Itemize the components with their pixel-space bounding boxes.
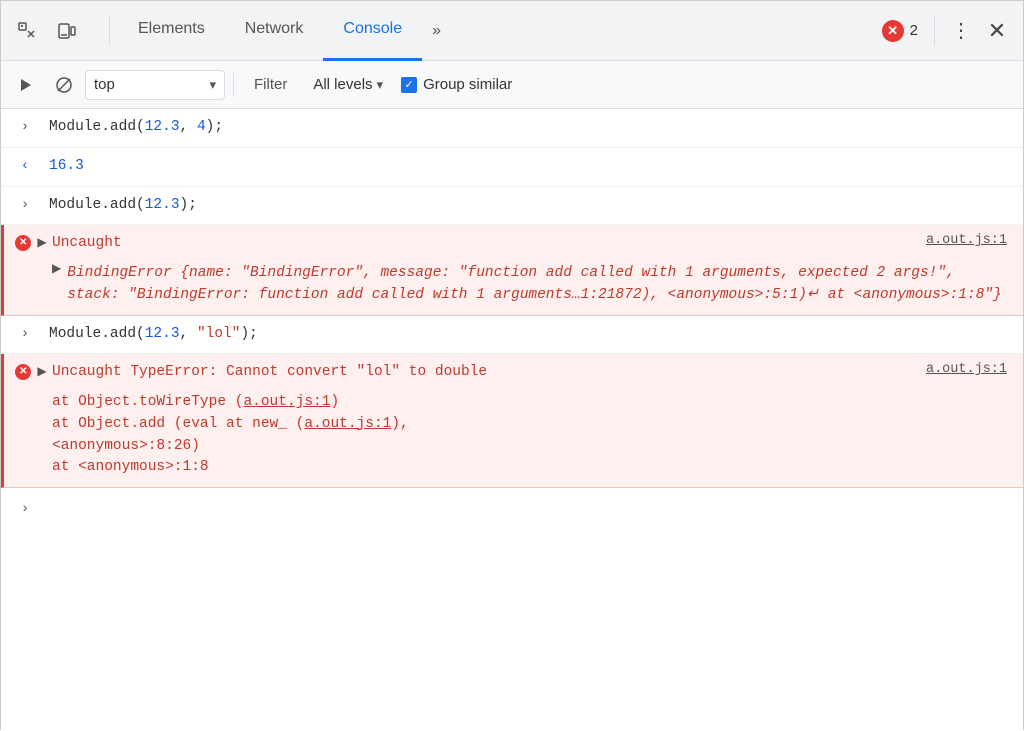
input-arrow-icon-2: › [21,197,29,213]
error-content-1: Uncaught [52,229,910,259]
tab-bar: Elements Network Console » ✕ 2 ⋮ ✕ [1,1,1023,61]
error-count: 2 [910,22,918,39]
close-devtools-button[interactable]: ✕ [979,13,1015,49]
row-gutter-2: ‹ [1,152,49,174]
prompt-icon: › [21,501,29,517]
error-x-icon-2: ✕ [15,364,31,380]
input-text-1: Module.add(12.3, 4); [49,119,223,135]
levels-dropdown[interactable]: All levels ▾ [303,70,393,100]
tab-divider-left [109,16,110,46]
console-input-row-3: › Module.add(12.3, "lol"); [1,316,1023,355]
output-arrow-icon-1: ‹ [21,158,29,174]
input-arrow-icon-3: › [21,326,29,342]
input-text-2: Module.add(12.3); [49,197,197,213]
expand-arrow-1b[interactable]: ▶ [52,261,61,276]
row-content-3: Module.add(12.3); [49,191,1015,221]
clear-console-button[interactable] [47,68,81,102]
expand-arrow-2[interactable]: ▶ [37,364,46,379]
error-detail-line-3: <anonymous>:8:26) [52,436,1015,458]
console-toolbar: top ▾ Filter All levels ▾ ✓ Group simila… [1,61,1023,109]
row-content-2: 16.3 [49,152,1015,182]
output-text-1: 16.3 [49,158,84,174]
console-input-row-1: › Module.add(12.3, 4); [1,109,1023,148]
row-gutter-5: › [1,320,49,342]
levels-label: All levels [313,76,372,93]
error-content-2: Uncaught TypeError: Cannot convert "lol"… [52,358,910,388]
devtools-icons [9,13,85,49]
filter-divider [233,73,234,97]
error-link-2[interactable]: a.out.js:1 [910,358,1015,377]
tab-more-button[interactable]: » [422,1,451,61]
console-input-line: › [1,488,1023,524]
row-gutter-1: › [1,113,49,135]
row-gutter-3: › [1,191,49,213]
error-detail-2: at Object.toWireType (a.out.js:1) at Obj… [52,388,1015,483]
console-input-field[interactable] [49,498,1015,514]
tab-divider-right [934,16,935,46]
group-similar-label: Group similar [423,76,512,93]
error-detail-line-4: at <anonymous>:1:8 [52,457,1015,479]
console-output-row-1: ‹ 16.3 [1,148,1023,187]
error-main-text-1: Uncaught [52,235,122,251]
console-content: › Module.add(12.3, 4); ‹ 16.3 › Module.a… [1,109,1023,731]
group-similar-checkbox[interactable]: ✓ [401,77,417,93]
tab-console[interactable]: Console [323,1,422,61]
error-detail-1: BindingError {name: "BindingError", mess… [67,259,1015,311]
error-link-1[interactable]: a.out.js:1 [910,229,1015,248]
tab-network[interactable]: Network [225,1,324,61]
inspect-element-button[interactable] [9,13,45,49]
group-similar-toggle[interactable]: ✓ Group similar [401,76,512,93]
input-text-3: Module.add(12.3, "lol"); [49,326,258,342]
error-x-icon: ✕ [882,20,904,42]
error-detail-line-2: at Object.add (eval at new_ (a.out.js:1)… [52,414,1015,436]
levels-arrow-icon: ▾ [377,77,384,93]
error-x-icon-1: ✕ [15,235,31,251]
console-error-row-1: ✕ ▶ Uncaught a.out.js:1 ▶ BindingError {… [1,225,1023,315]
row-content-1: Module.add(12.3, 4); [49,113,1015,143]
expand-arrow-1[interactable]: ▶ [37,235,46,250]
row-content-5: Module.add(12.3, "lol"); [49,320,1015,350]
error-gutter-2: ✕ ▶ [4,358,52,380]
error-gutter-1: ✕ ▶ [4,229,52,251]
input-gutter: › [1,495,49,517]
error-detail-line-1: at Object.toWireType (a.out.js:1) [52,392,1015,414]
input-arrow-icon-1: › [21,119,29,135]
kebab-menu-button[interactable]: ⋮ [943,13,979,49]
error-detail-text-1: BindingError {name: "BindingError", mess… [67,265,1002,303]
console-input-row-2: › Module.add(12.3); [1,187,1023,226]
error-main-text-2: Uncaught TypeError: Cannot convert "lol"… [52,364,487,380]
tab-elements[interactable]: Elements [118,1,225,61]
console-error-row-2: ✕ ▶ Uncaught TypeError: Cannot convert "… [1,354,1023,488]
error-badge: ✕ 2 [882,20,918,42]
context-selector[interactable]: top ▾ [85,70,225,100]
filter-button[interactable]: Filter [242,70,299,100]
device-toggle-button[interactable] [49,13,85,49]
execute-button[interactable] [9,68,43,102]
context-value: top [94,76,203,93]
context-arrow-icon: ▾ [209,77,216,93]
